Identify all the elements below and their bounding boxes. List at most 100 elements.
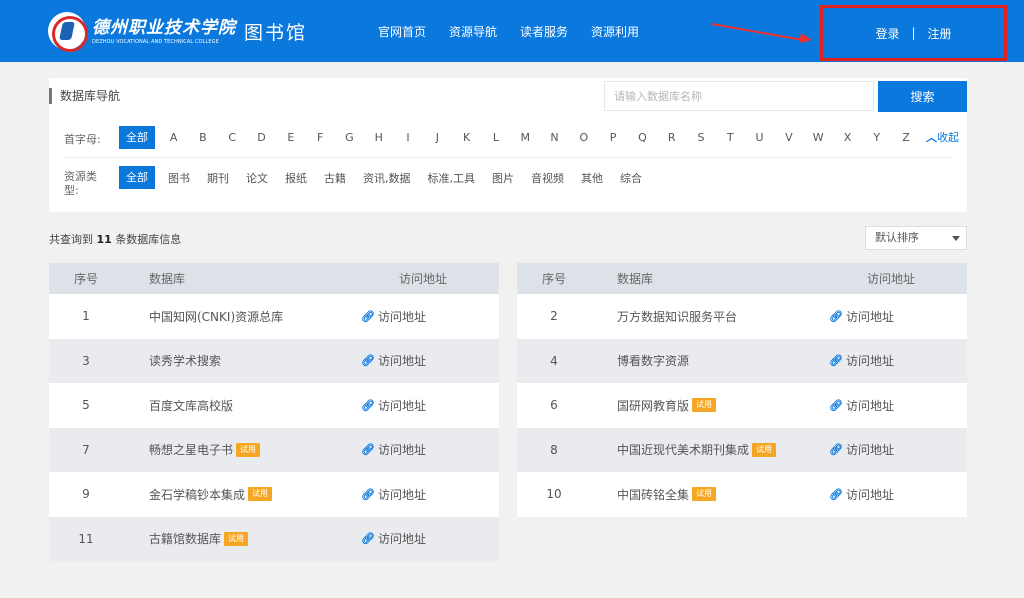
access-url-text: 访问地址 [377, 532, 426, 547]
letter-n[interactable]: N [540, 131, 569, 144]
letter-w[interactable]: W [804, 131, 833, 144]
section-title: 数据库导航 [60, 89, 121, 103]
database-name-link[interactable]: 畅想之星电子书 试用 [123, 441, 354, 458]
database-name-link[interactable]: 中国知网(CNKI)资源总库 [123, 308, 354, 325]
letter-f[interactable]: F [305, 131, 334, 144]
trial-badge: 试用 [752, 442, 777, 457]
trial-badge: 试用 [692, 487, 717, 502]
sort-select-value: 默认排序 [875, 231, 919, 244]
login-link[interactable]: 登录 [875, 25, 899, 42]
sort-select[interactable]: 默认排序 [865, 226, 967, 250]
type-books[interactable]: 图书 [168, 170, 190, 186]
header-database: 数据库 [149, 272, 186, 286]
trial-badge: 试用 [224, 531, 249, 546]
letter-h[interactable]: H [364, 131, 393, 144]
header-number: 序号 [73, 272, 98, 286]
letter-v[interactable]: V [774, 131, 803, 144]
collapse-toggle[interactable]: ︿收起 [926, 126, 959, 149]
register-link[interactable]: 注册 [928, 25, 952, 42]
letter-b[interactable]: B [188, 131, 217, 144]
table-row: 9 金石学稿钞本集成 试用 🔗︎ 访问地址 [49, 472, 499, 517]
type-images[interactable]: 图片 [492, 170, 514, 186]
search-button[interactable]: 搜索 [878, 81, 967, 112]
type-other[interactable]: 其他 [581, 170, 603, 186]
type-comprehensive[interactable]: 综合 [620, 170, 642, 186]
row-number: 10 [546, 487, 562, 502]
database-search-input[interactable] [604, 81, 874, 111]
database-name-link[interactable]: 万方数据知识服务平台 [591, 308, 822, 325]
letter-u[interactable]: U [745, 131, 774, 144]
database-table-right: 序号 数据库 访问地址 2 万方数据知识服务平台 🔗︎ 访问地址 4 博看数字资源… [517, 263, 967, 517]
letter-z[interactable]: Z [891, 131, 920, 144]
annotation-arrowhead-icon [799, 33, 813, 45]
access-url-link[interactable]: 🔗︎ 访问地址 [354, 352, 499, 369]
nav-resource-usage[interactable]: 资源利用 [591, 23, 639, 40]
access-url-link[interactable]: 🔗︎ 访问地址 [354, 530, 499, 547]
access-url-text: 访问地址 [845, 487, 894, 502]
access-url-link[interactable]: 🔗︎ 访问地址 [822, 486, 967, 503]
type-filter-label: 资源类 型: [64, 170, 97, 198]
letter-d[interactable]: D [247, 131, 276, 144]
letter-q[interactable]: Q [628, 131, 657, 144]
filter-divider [64, 157, 952, 158]
type-journals[interactable]: 期刊 [207, 170, 229, 186]
access-url-link[interactable]: 🔗︎ 访问地址 [822, 352, 967, 369]
type-all-chip[interactable]: 全部 [119, 166, 155, 189]
link-icon: 🔗︎ [829, 309, 843, 323]
table-header: 序号 数据库 访问地址 [49, 263, 499, 294]
library-logo[interactable]: 德州职业技术学院 DEZHOU VOCATIONAL AND TECHNICAL… [48, 12, 307, 52]
database-name-link[interactable]: 国研网教育版 试用 [591, 397, 822, 414]
letter-all-chip[interactable]: 全部 [119, 126, 155, 149]
row-number: 6 [550, 398, 558, 413]
type-news-data[interactable]: 资讯,数据 [363, 170, 411, 186]
type-audio-video[interactable]: 音视频 [531, 170, 564, 186]
letter-r[interactable]: R [657, 131, 686, 144]
access-url-link[interactable]: 🔗︎ 访问地址 [822, 441, 967, 458]
letter-l[interactable]: L [481, 131, 510, 144]
letter-j[interactable]: J [423, 131, 452, 144]
letter-c[interactable]: C [218, 131, 247, 144]
database-name-link[interactable]: 百度文库高校版 [123, 397, 354, 414]
trial-badge: 试用 [692, 398, 717, 413]
table-row: 11 古籍馆数据库 试用 🔗︎ 访问地址 [49, 516, 499, 561]
letter-k[interactable]: K [452, 131, 481, 144]
caret-down-icon [952, 236, 960, 241]
database-name-link[interactable]: 博看数字资源 [591, 352, 822, 369]
access-url-link[interactable]: 🔗︎ 访问地址 [354, 441, 499, 458]
database-name-link[interactable]: 读秀学术搜索 [123, 352, 354, 369]
nav-home[interactable]: 官网首页 [378, 23, 426, 40]
access-url-link[interactable]: 🔗︎ 访问地址 [354, 308, 499, 325]
database-name-link[interactable]: 金石学稿钞本集成 试用 [123, 486, 354, 503]
link-icon: 🔗︎ [361, 532, 375, 546]
letter-x[interactable]: X [833, 131, 862, 144]
letter-s[interactable]: S [686, 131, 715, 144]
letter-o[interactable]: O [569, 131, 598, 144]
letter-a[interactable]: A [159, 131, 188, 144]
type-standards-tools[interactable]: 标准,工具 [428, 170, 476, 186]
access-url-link[interactable]: 🔗︎ 访问地址 [354, 486, 499, 503]
letter-t[interactable]: T [716, 131, 745, 144]
type-theses[interactable]: 论文 [246, 170, 268, 186]
access-url-text: 访问地址 [845, 354, 894, 369]
access-url-link[interactable]: 🔗︎ 访问地址 [822, 308, 967, 325]
type-ancient-books[interactable]: 古籍 [324, 170, 346, 186]
letter-i[interactable]: I [393, 131, 422, 144]
database-name: 万方数据知识服务平台 [617, 309, 738, 324]
type-newspapers[interactable]: 报纸 [285, 170, 307, 186]
database-name-link[interactable]: 古籍馆数据库 试用 [123, 530, 354, 547]
row-number: 5 [82, 398, 90, 413]
nav-reader-services[interactable]: 读者服务 [520, 23, 568, 40]
access-url-link[interactable]: 🔗︎ 访问地址 [354, 397, 499, 414]
database-name-link[interactable]: 中国近现代美术期刊集成 试用 [591, 441, 822, 458]
letter-p[interactable]: P [598, 131, 627, 144]
row-number: 1 [82, 309, 90, 324]
letter-g[interactable]: G [335, 131, 364, 144]
access-url-link[interactable]: 🔗︎ 访问地址 [822, 397, 967, 414]
nav-resources[interactable]: 资源导航 [449, 23, 497, 40]
chevron-up-icon: ︿ [926, 131, 937, 144]
letter-e[interactable]: E [276, 131, 305, 144]
letter-m[interactable]: M [511, 131, 540, 144]
database-name-link[interactable]: 中国砖铭全集 试用 [591, 486, 822, 503]
link-icon: 🔗︎ [361, 443, 375, 457]
letter-y[interactable]: Y [862, 131, 891, 144]
